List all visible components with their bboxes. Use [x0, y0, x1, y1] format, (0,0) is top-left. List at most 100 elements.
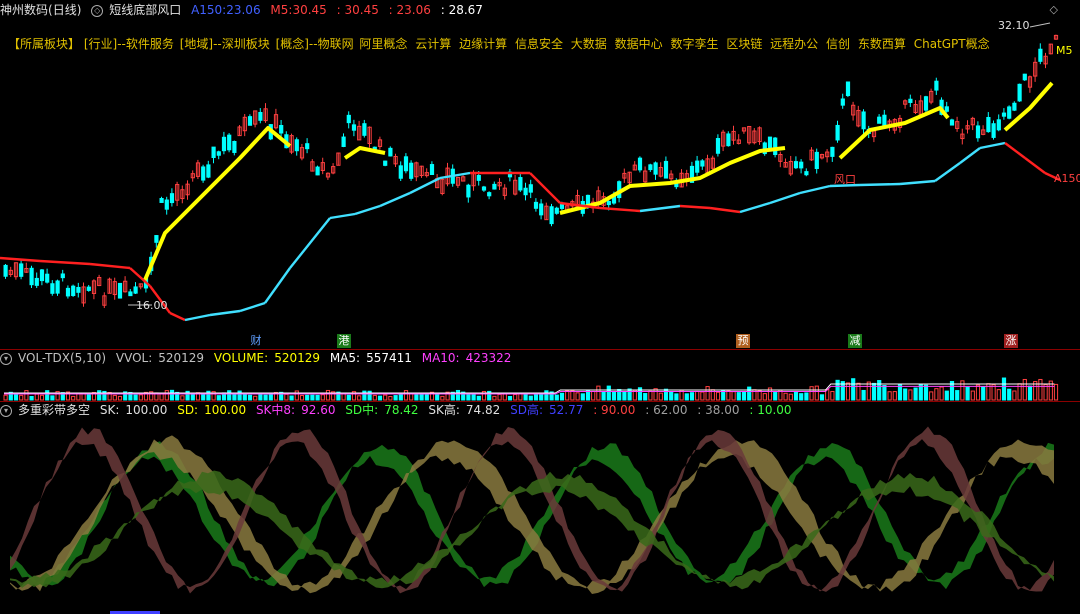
- volume-bar: [169, 389, 175, 401]
- collapse-icon[interactable]: ◇: [1050, 3, 1058, 16]
- candle: [232, 141, 237, 153]
- volume-bar: [1053, 383, 1059, 401]
- volume-bar: [3, 394, 8, 401]
- volume-bar: [695, 390, 700, 401]
- volume-bar: [939, 386, 944, 401]
- volume-title[interactable]: VOL-TDX(5,10): [18, 351, 106, 365]
- volume-bar: [357, 395, 362, 401]
- volume-bar: [887, 391, 892, 401]
- event-marker-zhang[interactable]: 涨: [1004, 334, 1018, 348]
- value-3: 30.45: [344, 3, 379, 17]
- candle: [211, 146, 216, 159]
- event-marker-cai[interactable]: 财: [249, 334, 263, 348]
- a150-segment: [799, 184, 831, 195]
- volume-bar: [913, 387, 918, 401]
- volume-bar: [403, 390, 409, 401]
- settings-icon[interactable]: ◇: [91, 4, 104, 17]
- level-90: : 90.00: [593, 403, 636, 417]
- volume-chart[interactable]: [0, 366, 1080, 402]
- formula-name[interactable]: 短线底部风口: [109, 3, 181, 17]
- a150-tag: A150: [1054, 172, 1080, 185]
- candle: [201, 166, 206, 181]
- volume-bar: [237, 390, 242, 401]
- a150-segment: [959, 147, 981, 164]
- volume-bar: [929, 391, 934, 401]
- volume-bar: [601, 391, 606, 401]
- volume-bar: [762, 393, 767, 401]
- candle: [700, 160, 705, 167]
- volume-bar: [747, 386, 752, 401]
- candle: [159, 198, 164, 203]
- stock-name[interactable]: 神州数码: [0, 3, 48, 17]
- volume-bar: [164, 390, 169, 401]
- event-marker-jian[interactable]: 减: [848, 334, 862, 348]
- candle: [1022, 73, 1027, 81]
- indicator-header: ▾ 多重彩带多空 SK: 100.00 SD: 100.00 SK中8: 92.60 S…: [0, 402, 798, 418]
- candle: [45, 273, 50, 283]
- volume-bar: [476, 395, 481, 401]
- chart-period[interactable]: (日线): [48, 3, 81, 17]
- high-price-label: 32.10: [998, 19, 1030, 32]
- volume-bar: [663, 388, 669, 401]
- volume-bar: [294, 390, 299, 401]
- candle: [258, 111, 263, 121]
- candle: [606, 200, 611, 206]
- candle: [539, 203, 544, 216]
- value-4: 23.06: [396, 3, 431, 17]
- candle: [1038, 48, 1043, 62]
- ribbon-indicator-chart[interactable]: [0, 420, 1080, 612]
- volume-bar: [97, 390, 102, 401]
- volume-bar: [346, 394, 351, 401]
- a150-segment: [184, 313, 211, 322]
- candle: [128, 291, 133, 297]
- candle: [523, 187, 528, 196]
- volume-bar: [76, 393, 81, 401]
- volume-bar: [892, 391, 897, 401]
- volume-bar: [814, 385, 819, 401]
- volume-bar: [991, 384, 996, 401]
- m5-value: 30.45: [292, 3, 327, 17]
- candle: [949, 119, 955, 126]
- volume-bar: [263, 394, 268, 401]
- m5-tag: M5: [1056, 44, 1073, 57]
- volume-bar: [284, 393, 289, 401]
- level-38: : 38.00: [697, 403, 740, 417]
- indicator-title[interactable]: 多重彩带多空: [18, 403, 90, 417]
- volume-bar: [39, 394, 45, 401]
- volume-settings-icon[interactable]: ▾: [0, 352, 12, 365]
- candle: [206, 164, 211, 178]
- volume-bar: [591, 390, 596, 401]
- volume-bar: [830, 390, 835, 401]
- candle: [398, 165, 403, 179]
- a150-segment: [329, 212, 356, 220]
- a150-segment: [264, 267, 291, 304]
- candle: [653, 162, 658, 175]
- volume-bar: [388, 395, 393, 401]
- volume-bar: [377, 395, 383, 401]
- a150-line: [0, 141, 1061, 322]
- candle: [908, 98, 913, 103]
- volume-bar: [315, 394, 320, 401]
- candle: [830, 146, 835, 157]
- event-marker-yu[interactable]: 预: [736, 334, 750, 348]
- event-marker-gang[interactable]: 港: [337, 334, 351, 348]
- candle: [169, 193, 175, 204]
- ma10-label: MA10:: [421, 351, 460, 365]
- volume-bar: [788, 393, 793, 401]
- candle: [466, 184, 471, 198]
- ma10-value: 423322: [465, 351, 512, 365]
- volume-bar: [783, 392, 788, 401]
- volume-bar: [648, 390, 653, 401]
- volume-bar: [247, 394, 253, 401]
- volume-bar: [133, 394, 138, 401]
- volume-bar: [216, 395, 221, 401]
- volume-bar: [793, 391, 799, 401]
- candle: [767, 136, 773, 150]
- level-10: : 10.00: [749, 403, 792, 417]
- candle: [986, 116, 991, 133]
- volume-bar: [1007, 388, 1012, 401]
- volume-bar: [606, 385, 611, 401]
- indicator-settings-icon[interactable]: ▾: [0, 404, 12, 417]
- candle: [341, 136, 346, 147]
- volume-bar: [424, 394, 429, 401]
